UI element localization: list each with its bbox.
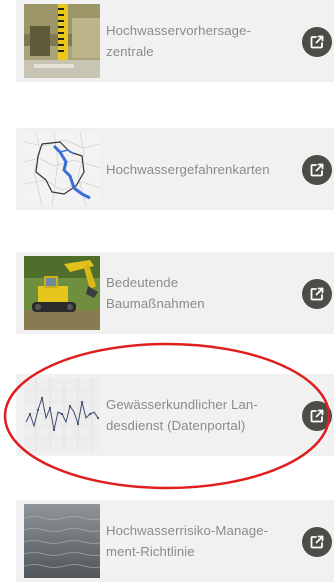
card-label[interactable]: Bedeutende Baumaßnahmen [106,252,302,334]
card-label[interactable]: Hochwasservorhersage- zentrale [106,0,302,82]
external-link-button[interactable] [302,527,332,557]
line-chart [24,378,100,452]
external-link-icon [310,409,324,423]
link-card-bedeutende-baumassnahmen[interactable]: Bedeutende Baumaßnahmen [16,252,334,334]
excavator-photo [24,256,100,330]
external-link-icon [310,163,324,177]
card-label[interactable]: Gewässerkundlicher Lan- desdienst (Daten… [106,374,302,456]
link-card-hochwasserrisiko-managementrichtlinie[interactable]: Hochwasserrisiko-Manage- ment-Richtlinie [16,500,334,582]
external-link-button[interactable] [302,401,332,431]
link-card-gewaesserkundlicher-landesdienst[interactable]: Gewässerkundlicher Lan- desdienst (Daten… [16,374,334,456]
water-gauge-photo [24,4,100,78]
external-link-icon [310,35,324,49]
river-map [24,132,100,206]
external-link-button[interactable] [302,27,332,57]
external-link-icon [310,535,324,549]
link-card-hochwassergefahrenkarten[interactable]: Hochwassergefahrenkarten [16,128,334,210]
external-link-button[interactable] [302,155,332,185]
external-link-button[interactable] [302,279,332,309]
card-label[interactable]: Hochwassergefahrenkarten [106,128,302,210]
external-link-icon [310,287,324,301]
link-card-hochwasservorhersagezentrale[interactable]: Hochwasservorhersage- zentrale [16,0,334,82]
card-label[interactable]: Hochwasserrisiko-Manage- ment-Richtlinie [106,500,302,582]
water-surface-photo [24,504,100,578]
